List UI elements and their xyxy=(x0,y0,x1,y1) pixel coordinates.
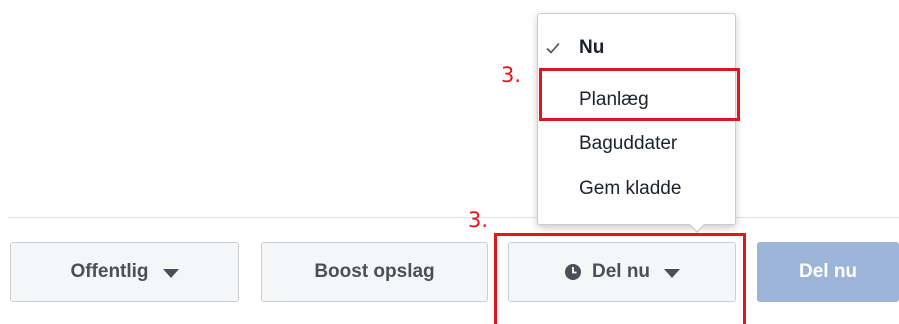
highlight-box-share-timing xyxy=(494,233,746,324)
checkmark-icon xyxy=(544,39,562,57)
menu-item-label: Baguddater xyxy=(579,133,678,154)
boost-button-label: Boost opslag xyxy=(314,261,435,282)
step-label: 3. xyxy=(501,63,522,87)
menu-item-label: Nu xyxy=(579,37,605,58)
privacy-button-label: Offentlig xyxy=(70,261,149,282)
menu-pointer-arrow-fill xyxy=(689,223,705,231)
share-now-button-label: Del nu xyxy=(798,261,858,282)
privacy-selector-button[interactable]: Offentlig xyxy=(10,242,239,302)
caret-down-icon xyxy=(162,268,179,278)
composer-divider xyxy=(8,217,899,218)
boost-post-button[interactable]: Boost opslag xyxy=(261,242,488,302)
step-label: 3. xyxy=(468,208,489,232)
menu-item-label: Gem kladde xyxy=(579,178,682,199)
menu-item-save-draft[interactable]: Gem kladde xyxy=(538,169,735,209)
share-now-button[interactable]: Del nu xyxy=(757,242,899,302)
menu-item-backdate[interactable]: Baguddater xyxy=(538,124,735,164)
menu-item-now[interactable]: Nu xyxy=(538,28,735,68)
highlight-box-schedule xyxy=(539,68,740,121)
